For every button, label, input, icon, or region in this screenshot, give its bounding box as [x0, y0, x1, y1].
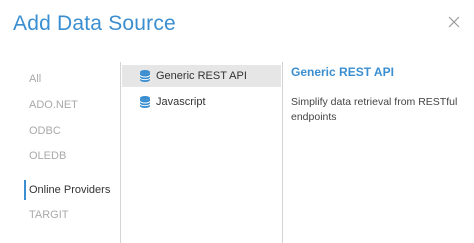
- list-item-label: Generic REST API: [156, 70, 247, 82]
- category-nav: All ADO.NET ODBC OLEDB Online Providers …: [0, 62, 120, 243]
- list-item-label: Javascript: [156, 96, 206, 108]
- category-item-ado-net[interactable]: ADO.NET: [24, 95, 78, 115]
- category-item-oledb[interactable]: OLEDB: [24, 146, 66, 166]
- category-item-odbc[interactable]: ODBC: [24, 121, 61, 141]
- data-source-list: Generic REST API Javascript: [120, 62, 283, 243]
- list-item-javascript[interactable]: Javascript: [122, 91, 281, 113]
- category-item-all[interactable]: All: [24, 69, 41, 89]
- database-icon: [139, 70, 151, 82]
- close-button[interactable]: [444, 12, 464, 32]
- detail-description: Simplify data retrieval from RESTful end…: [291, 96, 458, 123]
- detail-title: Generic REST API: [291, 65, 394, 79]
- category-item-online-providers[interactable]: Online Providers: [24, 180, 110, 200]
- database-icon: [139, 96, 151, 108]
- close-icon: [448, 16, 460, 28]
- category-item-targit[interactable]: TARGIT: [24, 205, 69, 225]
- detail-panel: Generic REST API Simplify data retrieval…: [283, 62, 474, 243]
- dialog-title: Add Data Source: [13, 12, 176, 35]
- list-item-generic-rest-api[interactable]: Generic REST API: [122, 65, 281, 87]
